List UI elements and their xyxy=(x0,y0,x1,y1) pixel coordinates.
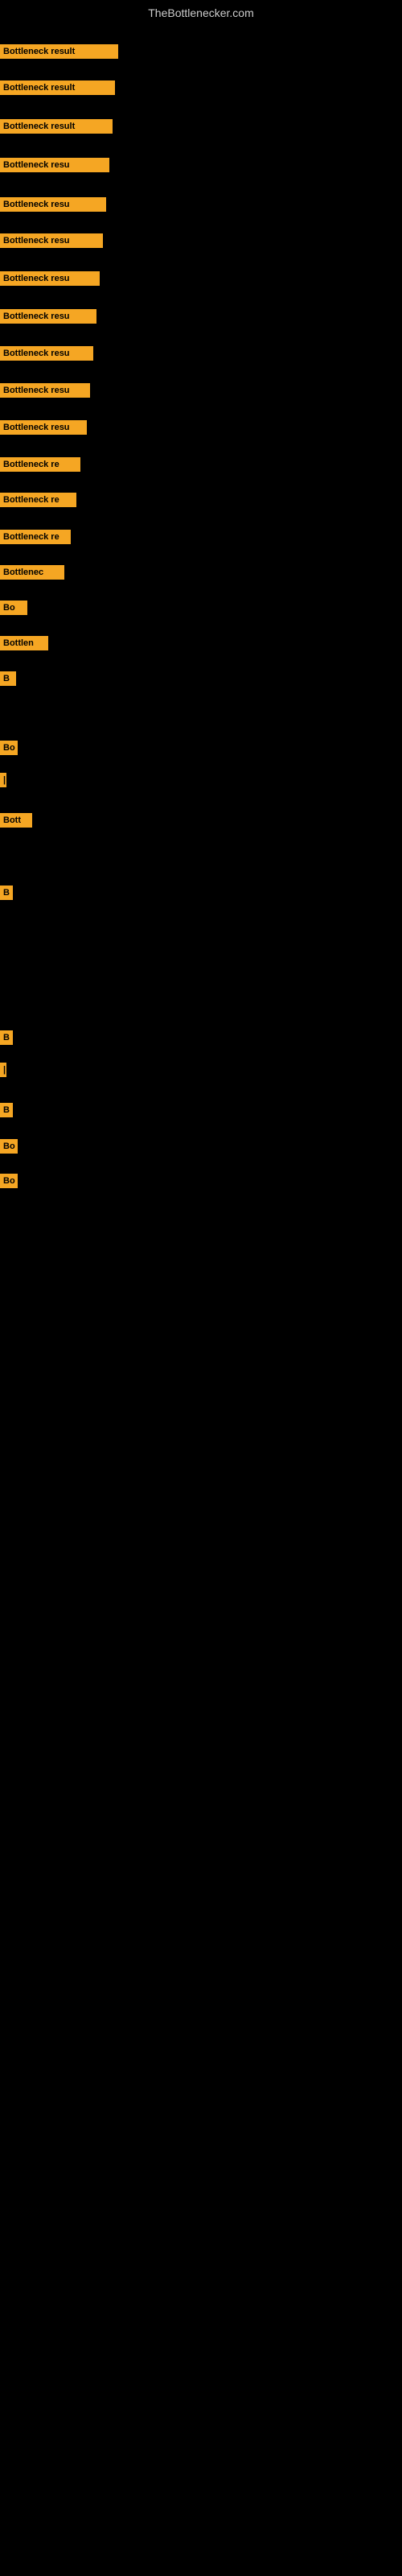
bottleneck-result-bar: Bottleneck result xyxy=(0,80,115,95)
bottleneck-result-bar: Bottlenec xyxy=(0,565,64,580)
bottleneck-result-bar: Bottleneck re xyxy=(0,493,76,507)
bottleneck-result-bar: Bo xyxy=(0,601,27,615)
bottleneck-result-bar: | xyxy=(0,1063,6,1077)
bottleneck-result-bar: Bottleneck re xyxy=(0,457,80,472)
bottleneck-result-bar: Bo xyxy=(0,741,18,755)
bottleneck-result-bar: Bottleneck result xyxy=(0,44,118,59)
bottleneck-result-bar: Bo xyxy=(0,1139,18,1154)
bottleneck-result-bar: Bo xyxy=(0,1174,18,1188)
bottleneck-result-bar: Bottleneck resu xyxy=(0,346,93,361)
bottleneck-result-bar: B xyxy=(0,671,16,686)
bottleneck-result-bar: Bottleneck resu xyxy=(0,309,96,324)
bottleneck-result-bar: Bottleneck resu xyxy=(0,233,103,248)
site-title: TheBottlenecker.com xyxy=(0,0,402,23)
bottleneck-result-bar: Bottleneck result xyxy=(0,119,113,134)
bottleneck-result-bar: B xyxy=(0,886,13,900)
bottleneck-result-bar: Bottleneck resu xyxy=(0,420,87,435)
bottleneck-result-bar: | xyxy=(0,773,6,787)
bottleneck-result-bar: Bottleneck re xyxy=(0,530,71,544)
bottleneck-result-bar: Bottleneck resu xyxy=(0,383,90,398)
bottleneck-result-bar: Bott xyxy=(0,813,32,828)
bottleneck-result-bar: B xyxy=(0,1030,13,1045)
bottleneck-result-bar: Bottleneck resu xyxy=(0,271,100,286)
bottleneck-result-bar: Bottleneck resu xyxy=(0,158,109,172)
bottleneck-result-bar: B xyxy=(0,1103,13,1117)
bottleneck-result-bar: Bottleneck resu xyxy=(0,197,106,212)
bottleneck-result-bar: Bottlen xyxy=(0,636,48,650)
